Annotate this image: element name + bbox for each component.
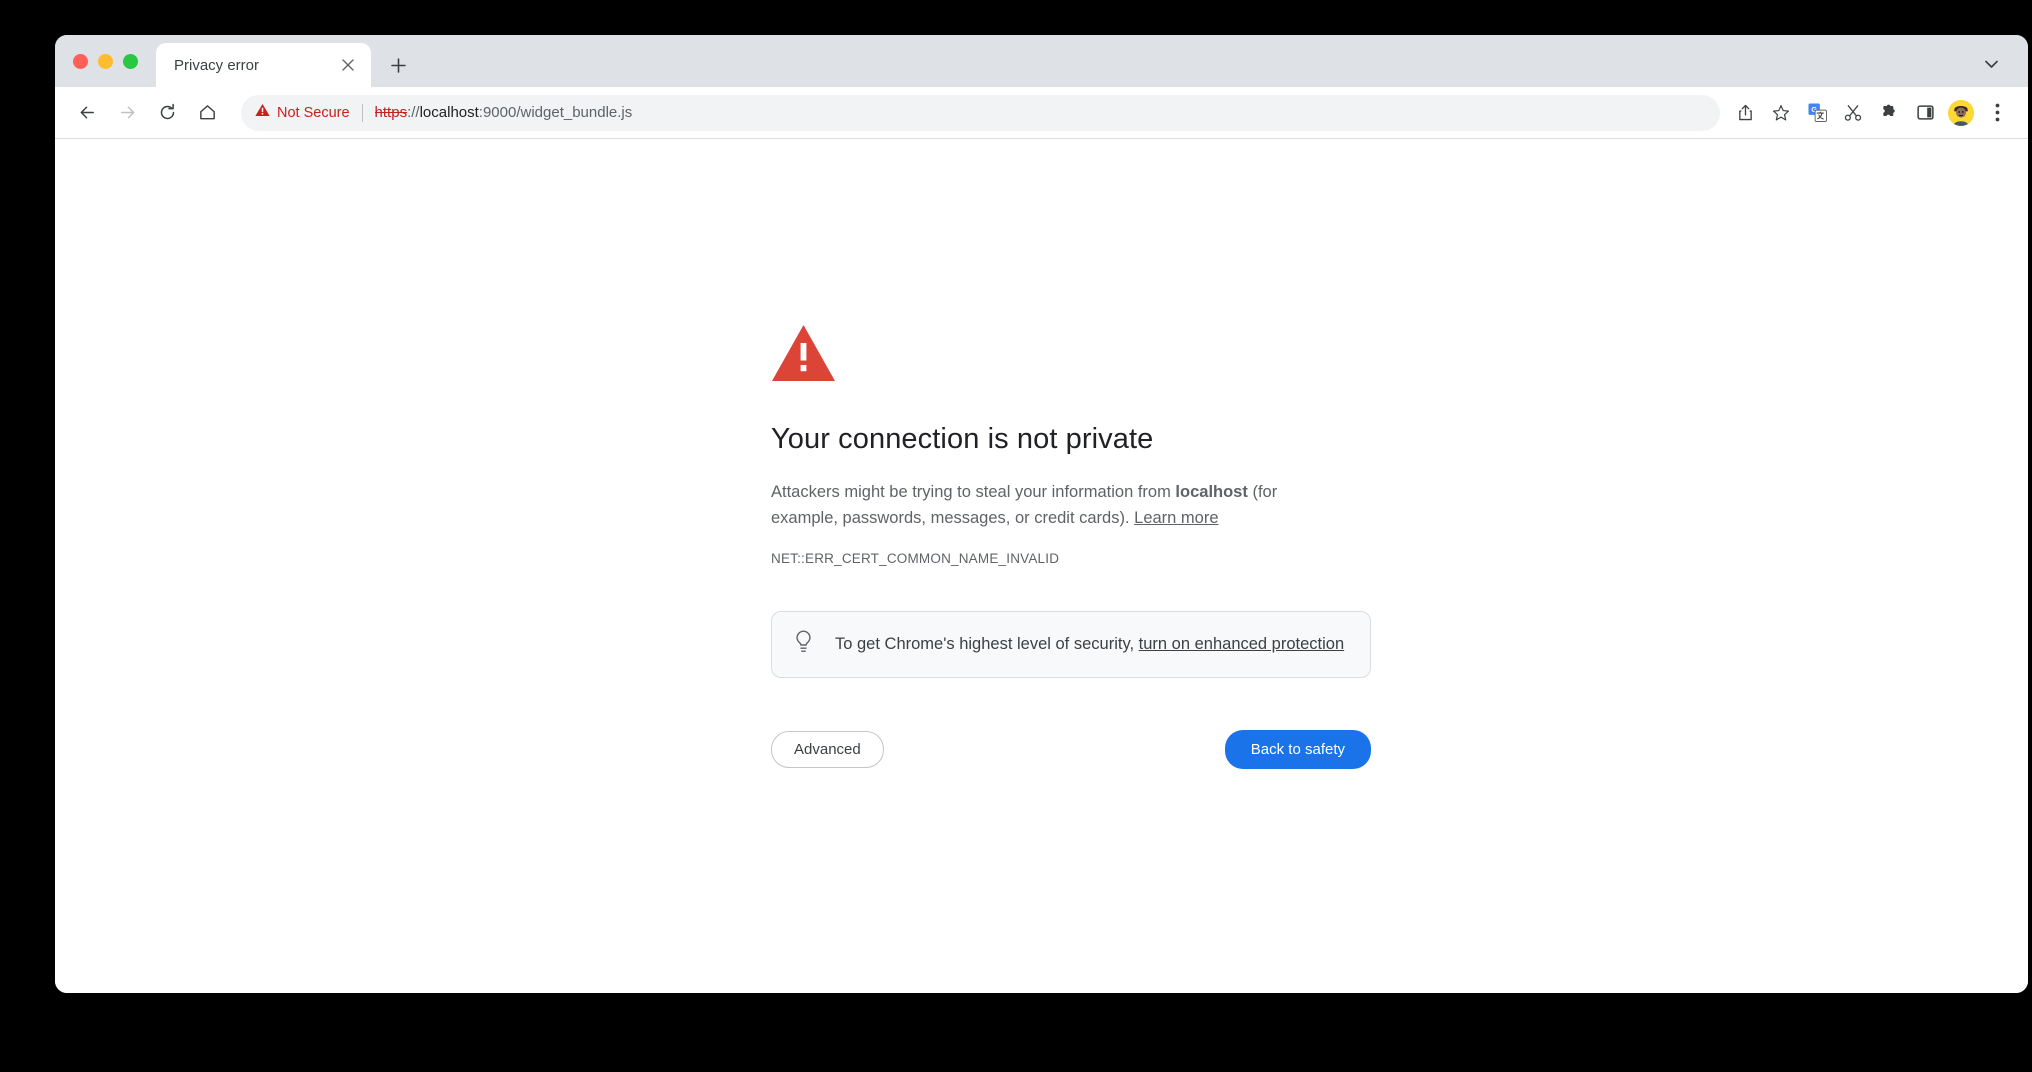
back-to-safety-button[interactable]: Back to safety <box>1224 730 1371 770</box>
back-button[interactable] <box>69 95 105 131</box>
url-host: localhost <box>419 104 479 121</box>
error-code: NET::ERR_CERT_COMMON_NAME_INVALID <box>771 551 1060 567</box>
url-text: https://localhost:9000/widget_bundle.js <box>375 104 633 121</box>
reload-button[interactable] <box>149 95 185 131</box>
url-path: :9000/widget_bundle.js <box>478 104 633 121</box>
url-scheme: https <box>374 104 408 121</box>
warning-triangle-icon <box>771 324 1371 387</box>
enhanced-protection-box: To get Chrome's highest level of securit… <box>771 611 1371 679</box>
tab-strip: Privacy error <box>55 35 2028 87</box>
browser-toolbar: Not Secure https://localhost:9000/widget… <box>55 87 2028 139</box>
share-icon[interactable] <box>1728 96 1762 130</box>
side-panel-icon[interactable] <box>1908 96 1942 130</box>
esb-text-prefix: To get Chrome's highest level of securit… <box>835 635 1139 654</box>
three-dot-menu-icon[interactable] <box>1980 96 2014 130</box>
tab-privacy-error[interactable]: Privacy error <box>156 43 371 87</box>
lightbulb-icon <box>794 630 813 659</box>
tab-title: Privacy error <box>174 56 260 74</box>
home-button[interactable] <box>189 95 225 131</box>
body-host: localhost <box>1175 483 1248 502</box>
learn-more-link[interactable]: Learn more <box>1134 509 1218 527</box>
new-tab-button[interactable] <box>381 48 415 82</box>
turn-on-enhanced-protection-link[interactable]: turn on enhanced protection <box>1139 635 1345 653</box>
avatar <box>1948 99 1974 126</box>
enhanced-protection-text: To get Chrome's highest level of securit… <box>835 635 1344 654</box>
interstitial-body: Attackers might be trying to steal your … <box>771 479 1316 531</box>
url-separator: :// <box>407 104 420 121</box>
toolbar-icon-group: G <box>1728 96 2014 130</box>
maximize-window-button[interactable] <box>123 53 138 69</box>
advanced-button[interactable]: Advanced <box>771 731 884 769</box>
profile-avatar[interactable] <box>1944 96 1978 130</box>
browser-window: Privacy error Not Secure https://localho… <box>55 35 2028 993</box>
minimize-window-button[interactable] <box>98 53 113 69</box>
extensions-puzzle-icon[interactable] <box>1872 96 1906 130</box>
not-secure-indicator[interactable]: Not Secure <box>255 103 350 122</box>
google-translate-icon[interactable]: G <box>1800 96 1834 130</box>
omnibox-divider <box>361 103 363 122</box>
scissors-icon[interactable] <box>1836 96 1870 130</box>
address-bar[interactable]: Not Secure https://localhost:9000/widget… <box>241 94 1720 131</box>
close-tab-icon[interactable] <box>337 54 359 76</box>
window-traffic-lights <box>73 35 156 87</box>
page-title: Your connection is not private <box>771 423 1154 455</box>
ssl-interstitial: Your connection is not private Attackers… <box>771 324 1371 770</box>
not-secure-label: Not Secure <box>277 104 350 121</box>
interstitial-button-row: Advanced Back to safety <box>771 730 1371 770</box>
tab-search-chevron-down-icon[interactable] <box>1976 49 2006 79</box>
page-content: Your connection is not private Attackers… <box>55 139 2028 993</box>
warning-triangle-small-icon <box>255 103 270 122</box>
body-text-part1: Attackers might be trying to steal your … <box>771 483 1176 502</box>
close-window-button[interactable] <box>73 53 88 69</box>
bookmark-star-icon[interactable] <box>1764 96 1798 130</box>
forward-button[interactable] <box>109 95 145 131</box>
